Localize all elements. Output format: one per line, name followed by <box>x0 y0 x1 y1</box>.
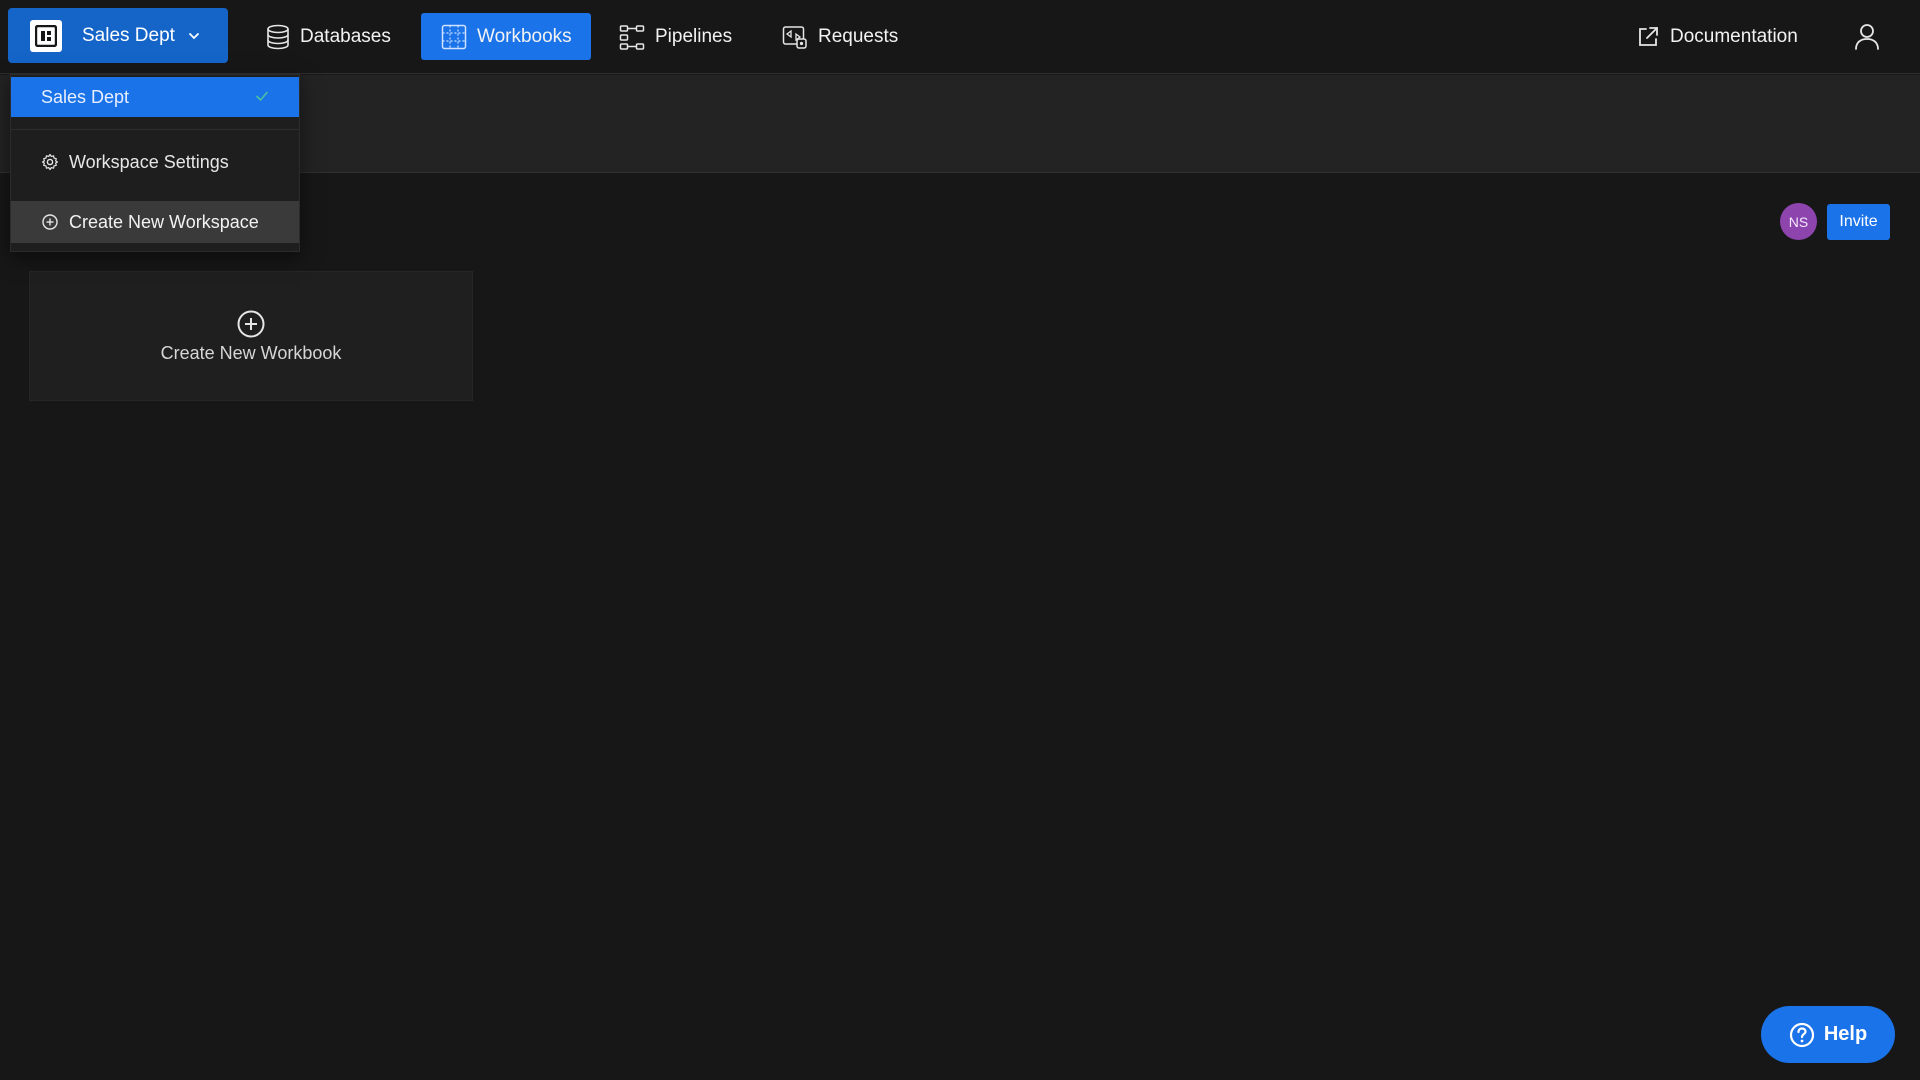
workspace-option-label: Sales Dept <box>41 86 130 107</box>
user-icon <box>1852 21 1882 51</box>
avatar[interactable]: NS <box>1780 203 1817 240</box>
invite-button[interactable]: Invite <box>1827 204 1890 240</box>
check-icon <box>255 89 269 103</box>
create-new-workbook-card[interactable]: Create New Workbook <box>29 271 473 401</box>
workspace-option-sales-dept[interactable]: Sales Dept <box>11 77 299 117</box>
help-label: Help <box>1823 1023 1868 1045</box>
nav-documentation-label: Documentation <box>1670 25 1798 47</box>
top-navigation-bar: Sales Dept Databases Workbooks Pipelines… <box>0 0 1920 74</box>
gear-icon <box>41 153 59 171</box>
nav-workbooks[interactable]: Workbooks <box>421 13 591 60</box>
create-new-workspace-label: Create New Workspace <box>69 211 259 232</box>
help-button[interactable]: Help <box>1761 1006 1895 1063</box>
plus-circle-icon <box>236 309 266 339</box>
workspace-logo-icon <box>30 19 62 52</box>
database-icon <box>266 24 290 50</box>
external-link-icon <box>1636 25 1660 49</box>
chevron-down-icon <box>187 29 201 43</box>
user-menu-button[interactable] <box>1852 20 1882 52</box>
avatar-initials: NS <box>1788 213 1809 230</box>
nav-databases-label: Databases <box>300 25 391 47</box>
create-new-workspace-item[interactable]: Create New Workspace <box>11 201 299 243</box>
workspace-switcher-button[interactable]: Sales Dept <box>8 8 228 63</box>
workspace-dropdown-menu: Sales Dept Workspace Settings Create New… <box>10 74 300 252</box>
create-new-workbook-label: Create New Workbook <box>160 342 342 363</box>
pipeline-icon <box>619 24 645 50</box>
nav-workbooks-label: Workbooks <box>477 25 572 47</box>
spreadsheet-icon <box>441 24 467 50</box>
menu-divider <box>11 129 299 130</box>
nav-requests[interactable]: Requests <box>782 13 898 60</box>
nav-documentation[interactable]: Documentation <box>1636 13 1798 60</box>
nav-requests-label: Requests <box>818 25 899 47</box>
requests-icon <box>782 24 808 50</box>
nav-pipelines-label: Pipelines <box>655 25 733 47</box>
nav-pipelines[interactable]: Pipelines <box>619 13 732 60</box>
plus-circle-icon <box>41 213 59 231</box>
question-icon <box>1789 1022 1815 1048</box>
nav-databases[interactable]: Databases <box>266 13 391 60</box>
workspace-settings-label: Workspace Settings <box>69 151 229 172</box>
workspace-name: Sales Dept <box>82 24 175 46</box>
workspace-settings-item[interactable]: Workspace Settings <box>11 141 299 183</box>
